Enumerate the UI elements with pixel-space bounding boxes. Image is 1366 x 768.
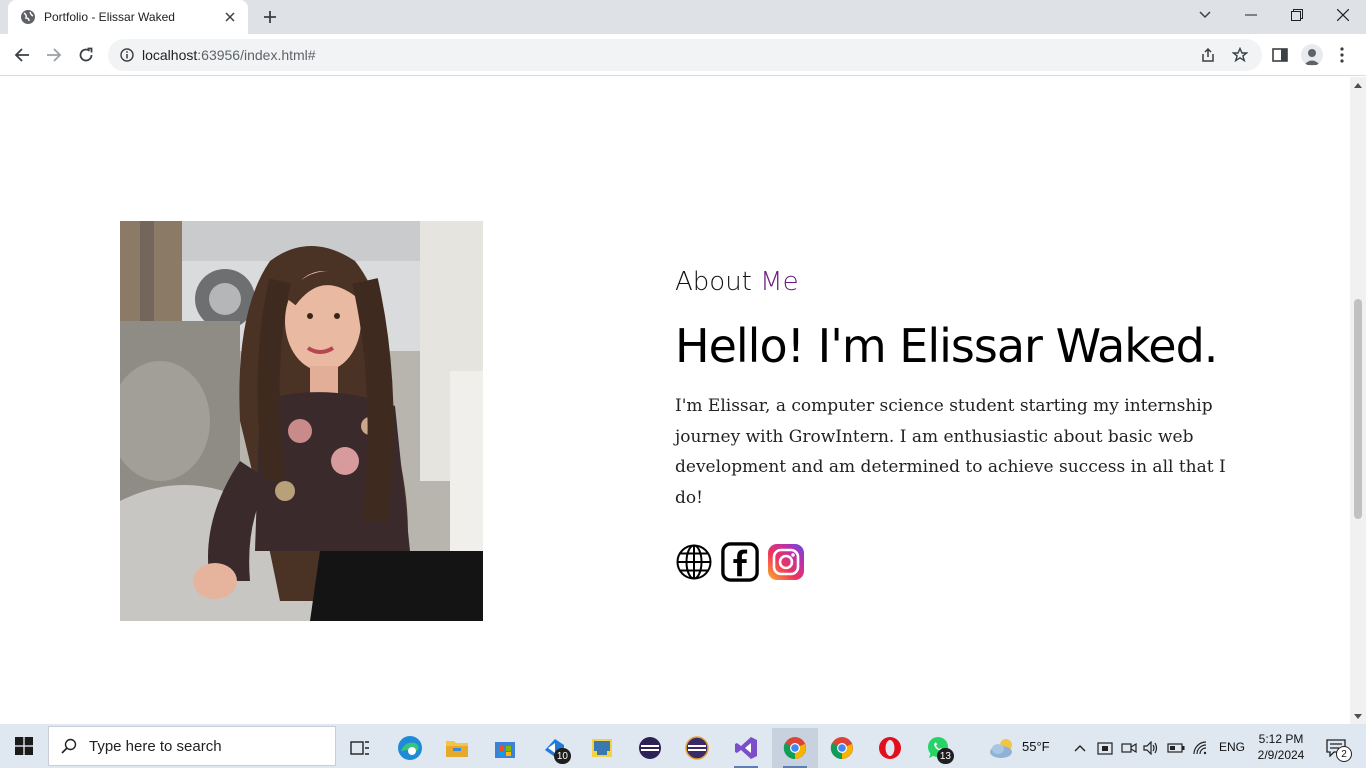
network-adapter-icon[interactable] xyxy=(1094,728,1116,768)
about-section: About Me Hello! I'm Elissar Waked. I'm E… xyxy=(675,267,1275,583)
url-host: localhost xyxy=(142,47,198,63)
minimize-button[interactable] xyxy=(1228,0,1274,30)
taskbar-clock[interactable]: 5:12 PM 2/9/2024 xyxy=(1256,731,1306,763)
battery-icon[interactable] xyxy=(1165,728,1187,768)
restore-button[interactable] xyxy=(1274,0,1320,30)
vscode-badge: 10 xyxy=(553,748,571,764)
new-tab-button[interactable] xyxy=(258,5,282,29)
python-icon[interactable] xyxy=(582,728,622,768)
scrollbar-thumb[interactable] xyxy=(1354,299,1362,519)
scroll-down-arrow-icon[interactable] xyxy=(1354,713,1362,721)
globe-icon[interactable] xyxy=(675,541,713,583)
tab-close-icon[interactable] xyxy=(222,9,238,25)
visual-studio-icon[interactable] xyxy=(726,728,766,768)
scroll-up-arrow-icon[interactable] xyxy=(1354,81,1362,89)
about-eyebrow: About Me xyxy=(675,267,1275,297)
start-button[interactable] xyxy=(0,724,48,768)
clock-date: 2/9/2024 xyxy=(1257,748,1305,762)
file-explorer-icon[interactable] xyxy=(437,728,477,768)
globe-favicon-icon xyxy=(21,10,35,24)
browser-toolbar: localhost:63956/index.html# xyxy=(0,34,1366,76)
about-eyebrow-accent: Me xyxy=(760,267,799,297)
share-icon[interactable] xyxy=(1196,43,1220,67)
taskbar-search-input[interactable]: Type here to search xyxy=(48,726,336,766)
wifi-icon[interactable] xyxy=(1190,728,1212,768)
page-title: Hello! I'm Elissar Waked. xyxy=(675,319,1218,373)
chrome-alt-icon[interactable] xyxy=(822,728,862,768)
bookmark-star-icon[interactable] xyxy=(1228,43,1252,67)
social-links xyxy=(675,541,1275,583)
ms-store-icon[interactable] xyxy=(485,728,525,768)
windows-taskbar: Type here to search 10 13 55°F ENG 5:12 … xyxy=(0,724,1366,768)
opera-icon[interactable] xyxy=(870,728,910,768)
info-icon[interactable] xyxy=(120,48,134,62)
back-button[interactable] xyxy=(8,41,36,69)
address-bar[interactable]: localhost:63956/index.html# xyxy=(108,39,1262,71)
tab-search-icon[interactable] xyxy=(1182,0,1228,30)
facebook-icon[interactable] xyxy=(721,541,759,583)
menu-kebab-icon[interactable] xyxy=(1330,43,1354,67)
notifications-icon[interactable]: 2 xyxy=(1318,728,1354,768)
weather-icon[interactable] xyxy=(985,728,1021,768)
profile-avatar[interactable] xyxy=(1300,43,1324,67)
reload-button[interactable] xyxy=(72,41,100,69)
page-viewport: About Me Hello! I'm Elissar Waked. I'm E… xyxy=(0,77,1350,724)
clock-time: 5:12 PM xyxy=(1258,732,1304,746)
notifications-badge: 2 xyxy=(1336,746,1352,762)
search-icon xyxy=(61,738,77,754)
whatsapp-icon[interactable]: 13 xyxy=(918,728,958,768)
eclipse-alt-icon[interactable] xyxy=(677,728,717,768)
whatsapp-badge: 13 xyxy=(936,748,954,764)
bio-paragraph: I'm Elissar, a computer science student … xyxy=(675,396,1226,508)
edge-icon[interactable] xyxy=(390,728,430,768)
tab-title: Portfolio - Elissar Waked xyxy=(44,10,175,24)
url-path: :63956/index.html# xyxy=(197,47,316,63)
vscode-icon[interactable]: 10 xyxy=(535,728,575,768)
volume-icon[interactable] xyxy=(1140,728,1162,768)
forward-button[interactable] xyxy=(40,41,68,69)
search-placeholder: Type here to search xyxy=(89,737,222,755)
tab-portfolio[interactable]: Portfolio - Elissar Waked xyxy=(8,0,248,34)
weather-temp[interactable]: 55°F xyxy=(1022,739,1050,754)
meet-now-icon[interactable] xyxy=(1118,728,1140,768)
url-text: localhost:63956/index.html# xyxy=(142,47,316,63)
side-panel-icon[interactable] xyxy=(1268,43,1292,67)
page-scrollbar[interactable] xyxy=(1350,77,1366,724)
task-view-icon[interactable] xyxy=(340,728,380,768)
eclipse-icon[interactable] xyxy=(630,728,670,768)
tab-strip: Portfolio - Elissar Waked xyxy=(0,0,1366,34)
chrome-icon[interactable] xyxy=(772,728,818,768)
close-window-button[interactable] xyxy=(1320,0,1366,30)
about-eyebrow-text: About xyxy=(675,267,752,297)
tray-chevron-up-icon[interactable] xyxy=(1068,728,1092,768)
profile-photo xyxy=(120,221,483,621)
input-language[interactable]: ENG xyxy=(1219,740,1245,754)
instagram-icon[interactable] xyxy=(767,541,805,583)
